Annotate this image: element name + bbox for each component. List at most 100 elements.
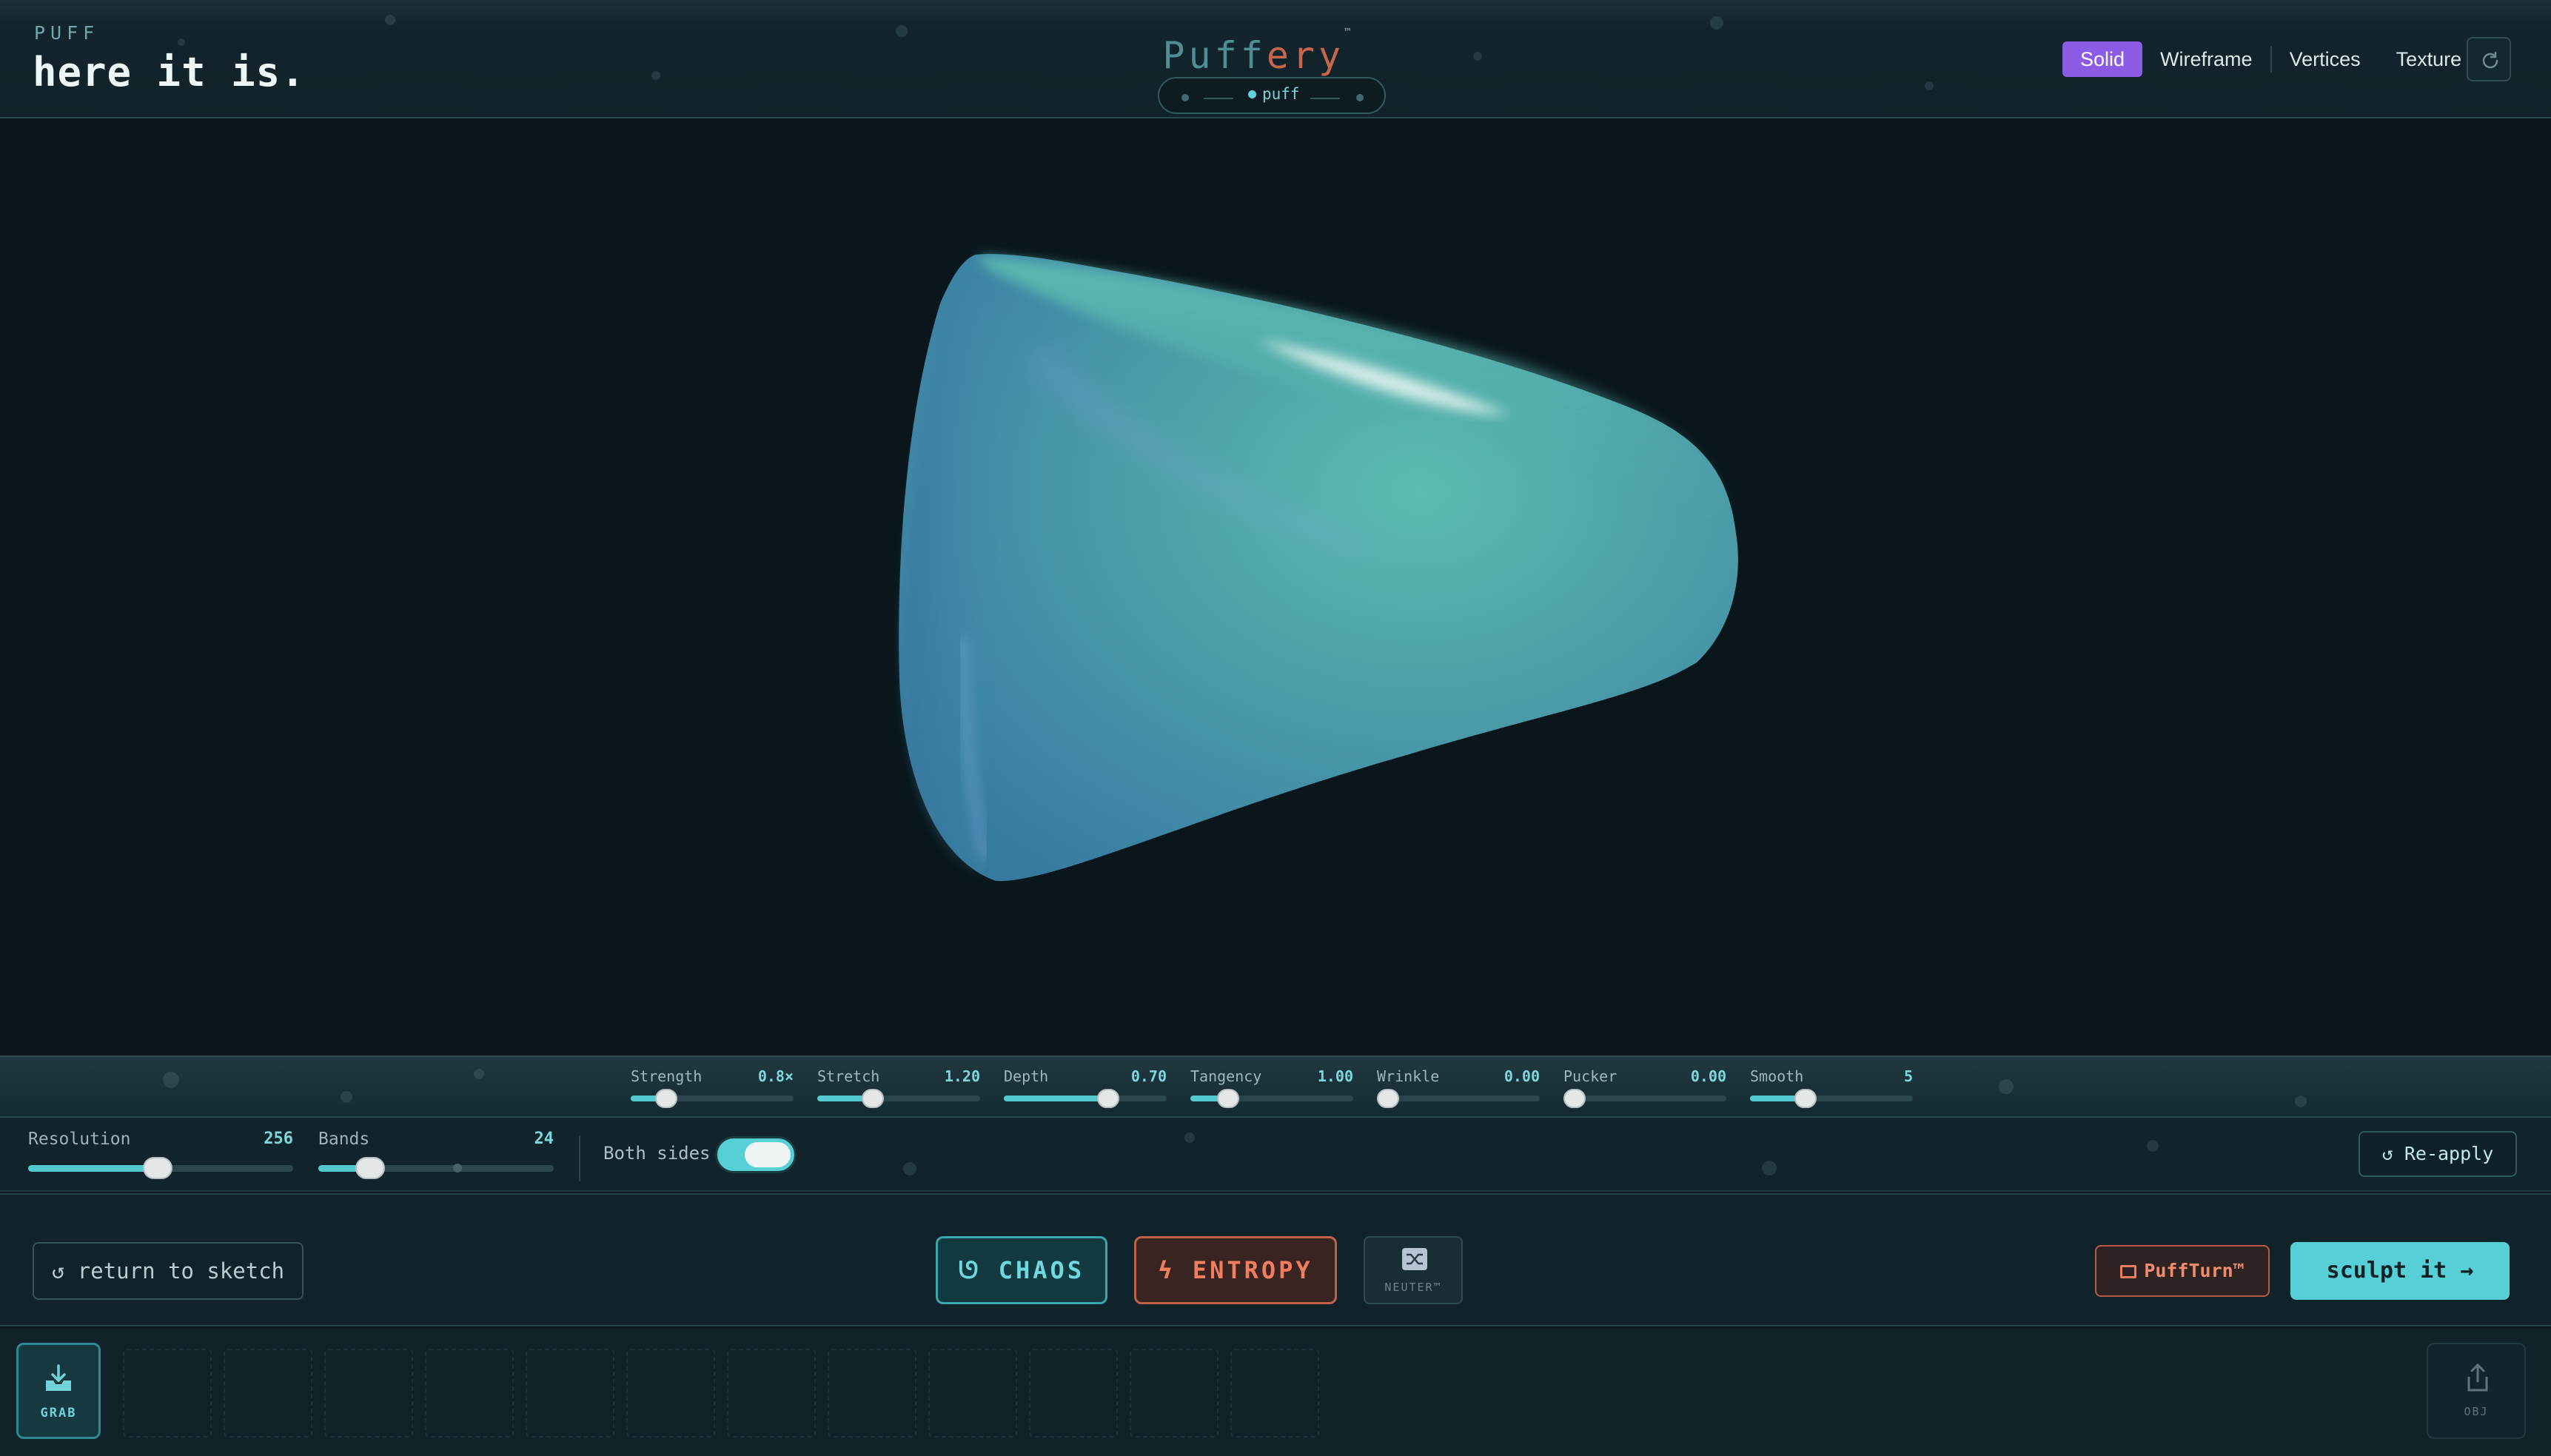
wrinkle-control: Wrinkle 0.00: [1377, 1067, 1540, 1112]
toggle-thumb: [745, 1142, 791, 1167]
background-speck: [1710, 16, 1723, 30]
mode-connector: [1204, 98, 1233, 99]
thumbnail-slot[interactable]: [727, 1349, 816, 1437]
both-sides-toggle[interactable]: [715, 1136, 797, 1173]
background-speck: [474, 1069, 484, 1079]
grab-button[interactable]: GRAB: [16, 1343, 101, 1439]
pucker-label: Pucker: [1563, 1067, 1618, 1085]
return-to-sketch-button[interactable]: ↺ return to sketch: [33, 1242, 304, 1300]
action-bar: ↺ return to sketch ᘎ CHAOS ϟ ENTROPY NEU…: [0, 1193, 2551, 1326]
thumbnail-slot[interactable]: [1029, 1349, 1118, 1437]
download-tray-icon: [46, 1364, 71, 1391]
wrinkle-slider[interactable]: [1377, 1089, 1540, 1108]
entropy-button[interactable]: ϟ ENTROPY: [1134, 1236, 1337, 1304]
sculpt-label: sculpt it: [2326, 1258, 2447, 1284]
mode-active[interactable]: puff: [1248, 85, 1300, 103]
entropy-label: ENTROPY: [1192, 1256, 1313, 1284]
undo-icon: ↺: [2381, 1143, 2404, 1164]
chaos-button[interactable]: ᘎ CHAOS: [936, 1236, 1107, 1304]
view-mode-tabs: Solid Wireframe Vertices Texture: [2062, 41, 2479, 77]
strength-control: Strength 0.8×: [631, 1067, 794, 1112]
tangency-label: Tangency: [1190, 1067, 1262, 1085]
background-speck: [651, 71, 660, 80]
puffed-mesh[interactable]: [0, 118, 2551, 1056]
slider-knob[interactable]: [861, 1089, 884, 1108]
thumbnail-slot[interactable]: [1130, 1349, 1218, 1437]
resolution-control: Resolution 256: [28, 1130, 293, 1181]
3d-viewport[interactable]: [0, 118, 2551, 1056]
pucker-slider[interactable]: [1563, 1089, 1726, 1108]
resolution-label: Resolution: [28, 1130, 131, 1149]
mode-label: puff: [1262, 85, 1300, 103]
thumbnail-slot[interactable]: [828, 1349, 916, 1437]
smooth-slider[interactable]: [1750, 1089, 1913, 1108]
mode-dot[interactable]: [1356, 94, 1364, 101]
slider-fill: [1004, 1096, 1108, 1101]
export-obj-button[interactable]: OBJ: [2427, 1343, 2526, 1439]
thumbnail-slot[interactable]: [224, 1349, 312, 1437]
app-logo: Puffery™: [1155, 27, 1362, 77]
slider-knob[interactable]: [655, 1089, 678, 1108]
slider-knob[interactable]: [1216, 1089, 1239, 1108]
bottom-dock: GRAB OBJ: [0, 1328, 2551, 1456]
slider-fill: [28, 1165, 158, 1172]
stretch-slider[interactable]: [817, 1089, 980, 1108]
slider-knob[interactable]: [1794, 1089, 1817, 1108]
tab-vertices[interactable]: Vertices: [2272, 41, 2379, 77]
thumbnail-slot[interactable]: [324, 1349, 413, 1437]
arrow-right-icon: →: [2447, 1258, 2474, 1284]
pucker-control: Pucker 0.00: [1563, 1067, 1726, 1112]
undo-icon: ↺: [51, 1258, 78, 1284]
thumbnail-slot[interactable]: [928, 1349, 1017, 1437]
slider-knob[interactable]: [1563, 1089, 1586, 1108]
page-eyebrow: PUFF: [34, 22, 100, 44]
thumbnail-slot[interactable]: [1230, 1349, 1319, 1437]
reset-view-button[interactable]: [2467, 37, 2511, 81]
strength-label: Strength: [631, 1067, 703, 1085]
background-speck: [2295, 1096, 2307, 1107]
puffturn-button[interactable]: PuffTurn™: [2095, 1245, 2270, 1297]
smooth-control: Smooth 5: [1750, 1067, 1913, 1112]
background-speck: [1925, 81, 1934, 90]
smooth-label: Smooth: [1750, 1067, 1804, 1085]
mode-selector[interactable]: puff: [1158, 77, 1386, 114]
mode-connector: [1310, 98, 1340, 99]
trademark-mark: ™: [1344, 27, 1355, 39]
background-speck: [178, 38, 185, 46]
wrinkle-value: 0.00: [1504, 1067, 1540, 1085]
mesh-settings-bar: Resolution 256 Bands 24: [0, 1118, 2551, 1192]
grab-label: GRAB: [40, 1406, 77, 1420]
tab-solid[interactable]: Solid: [2062, 41, 2143, 77]
slider-knob[interactable]: [1096, 1089, 1119, 1108]
thumbnail-slot[interactable]: [425, 1349, 514, 1437]
active-dot-icon: [1248, 90, 1256, 98]
background-speck: [903, 1162, 916, 1175]
page-title: here it is.: [33, 49, 306, 95]
tangency-slider[interactable]: [1190, 1089, 1353, 1108]
shuffle-icon: [1402, 1248, 1427, 1270]
strength-slider[interactable]: [631, 1089, 794, 1108]
depth-slider[interactable]: [1004, 1089, 1167, 1108]
resolution-slider[interactable]: [28, 1157, 293, 1179]
slider-knob[interactable]: [355, 1157, 385, 1179]
neuter-button[interactable]: NEUTER™: [1364, 1236, 1463, 1304]
mode-dot[interactable]: [1181, 94, 1189, 101]
logo-text-ery: ery: [1266, 34, 1345, 77]
bands-slider[interactable]: [318, 1157, 554, 1179]
tab-texture[interactable]: Texture: [2379, 41, 2480, 77]
slider-knob[interactable]: [1377, 1089, 1400, 1108]
sculpt-it-button[interactable]: sculpt it →: [2290, 1242, 2510, 1300]
background-speck: [2147, 1140, 2159, 1152]
tangency-value: 1.00: [1317, 1067, 1353, 1085]
reapply-button[interactable]: ↺ Re-apply: [2359, 1131, 2517, 1177]
mesh-left-face: [903, 255, 996, 881]
thumbnail-slot[interactable]: [526, 1349, 614, 1437]
background-speck: [1762, 1161, 1777, 1175]
background-speck: [896, 25, 908, 37]
film-icon: [2120, 1265, 2137, 1278]
slider-knob[interactable]: [143, 1157, 173, 1179]
thumbnail-slot[interactable]: [123, 1349, 212, 1437]
neuter-label: NEUTER™: [1384, 1281, 1442, 1294]
tab-wireframe[interactable]: Wireframe: [2142, 41, 2270, 77]
thumbnail-slot[interactable]: [626, 1349, 715, 1437]
